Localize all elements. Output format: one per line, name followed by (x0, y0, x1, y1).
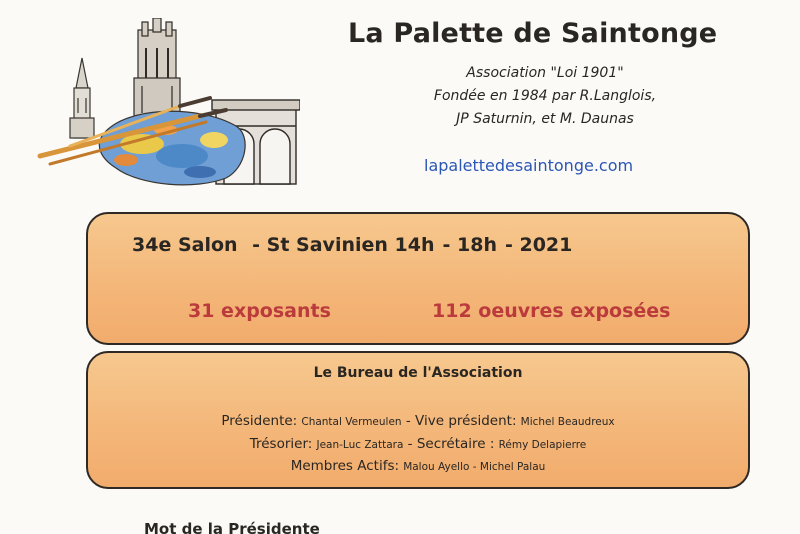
oeuvres-count: 112 oeuvres exposées (432, 300, 671, 322)
separator: - (403, 436, 417, 452)
cathedral-tower-drawing (133, 18, 181, 121)
association-info: Association "Loi 1901" Fondée en 1984 pa… (400, 62, 690, 131)
secretaire-name: Rémy Delapierre (498, 439, 587, 451)
bureau-line-membres: Membres Actifs: Malou Ayello - Michel Pa… (88, 458, 748, 474)
bureau-box: Le Bureau de l'Association Présidente: C… (86, 351, 750, 489)
exposants-count: 31 exposants (188, 300, 331, 322)
salon-location: - St Savinien 14h (252, 234, 435, 256)
association-status: Association "Loi 1901" (466, 65, 624, 81)
membres-label: Membres Actifs: (290, 458, 400, 474)
salon-heading: 34e Salon - St Savinien 14h - 18h - 2021 (132, 234, 580, 256)
bureau-line-tresorier: Trésorier: Jean-Luc Zattara - Secrétaire… (88, 436, 748, 452)
separator: - (401, 413, 416, 429)
salon-year: - 2021 (504, 234, 573, 256)
vice-president-label: Vive président: (415, 413, 517, 429)
secretaire-label: Secrétaire : (416, 436, 495, 452)
vice-president-name: Michel Beaudreux (520, 416, 615, 428)
tresorier-name: Jean-Luc Zattara (316, 439, 404, 451)
tresorier-label: Trésorier: (249, 436, 313, 452)
presidente-message-heading: Mot de la Présidente (144, 520, 320, 534)
salon-edition: 34e Salon (132, 234, 238, 256)
founded-line-2: JP Saturnin, et M. Daunas (456, 111, 634, 127)
salon-box: 34e Salon - St Savinien 14h - 18h - 2021 3… (86, 212, 750, 345)
website-link[interactable]: lapalettedesaintonge.com (424, 156, 633, 175)
salon-end-time: - 18h (442, 234, 497, 256)
presidente-label: Présidente: (221, 413, 298, 429)
founded-line-1: Fondée en 1984 par R.Langlois, (433, 88, 657, 104)
membres-names: Malou Ayello - Michel Palau (403, 461, 546, 473)
bureau-title: Le Bureau de l'Association (313, 365, 523, 381)
presidente-name: Chantal Vermeulen (301, 416, 402, 428)
association-title: La Palette de Saintonge (348, 18, 718, 49)
association-logo (37, 18, 300, 186)
church-spire-drawing (69, 57, 95, 139)
bureau-line-presidents: Présidente: Chantal Vermeulen - Vive pré… (88, 413, 748, 429)
